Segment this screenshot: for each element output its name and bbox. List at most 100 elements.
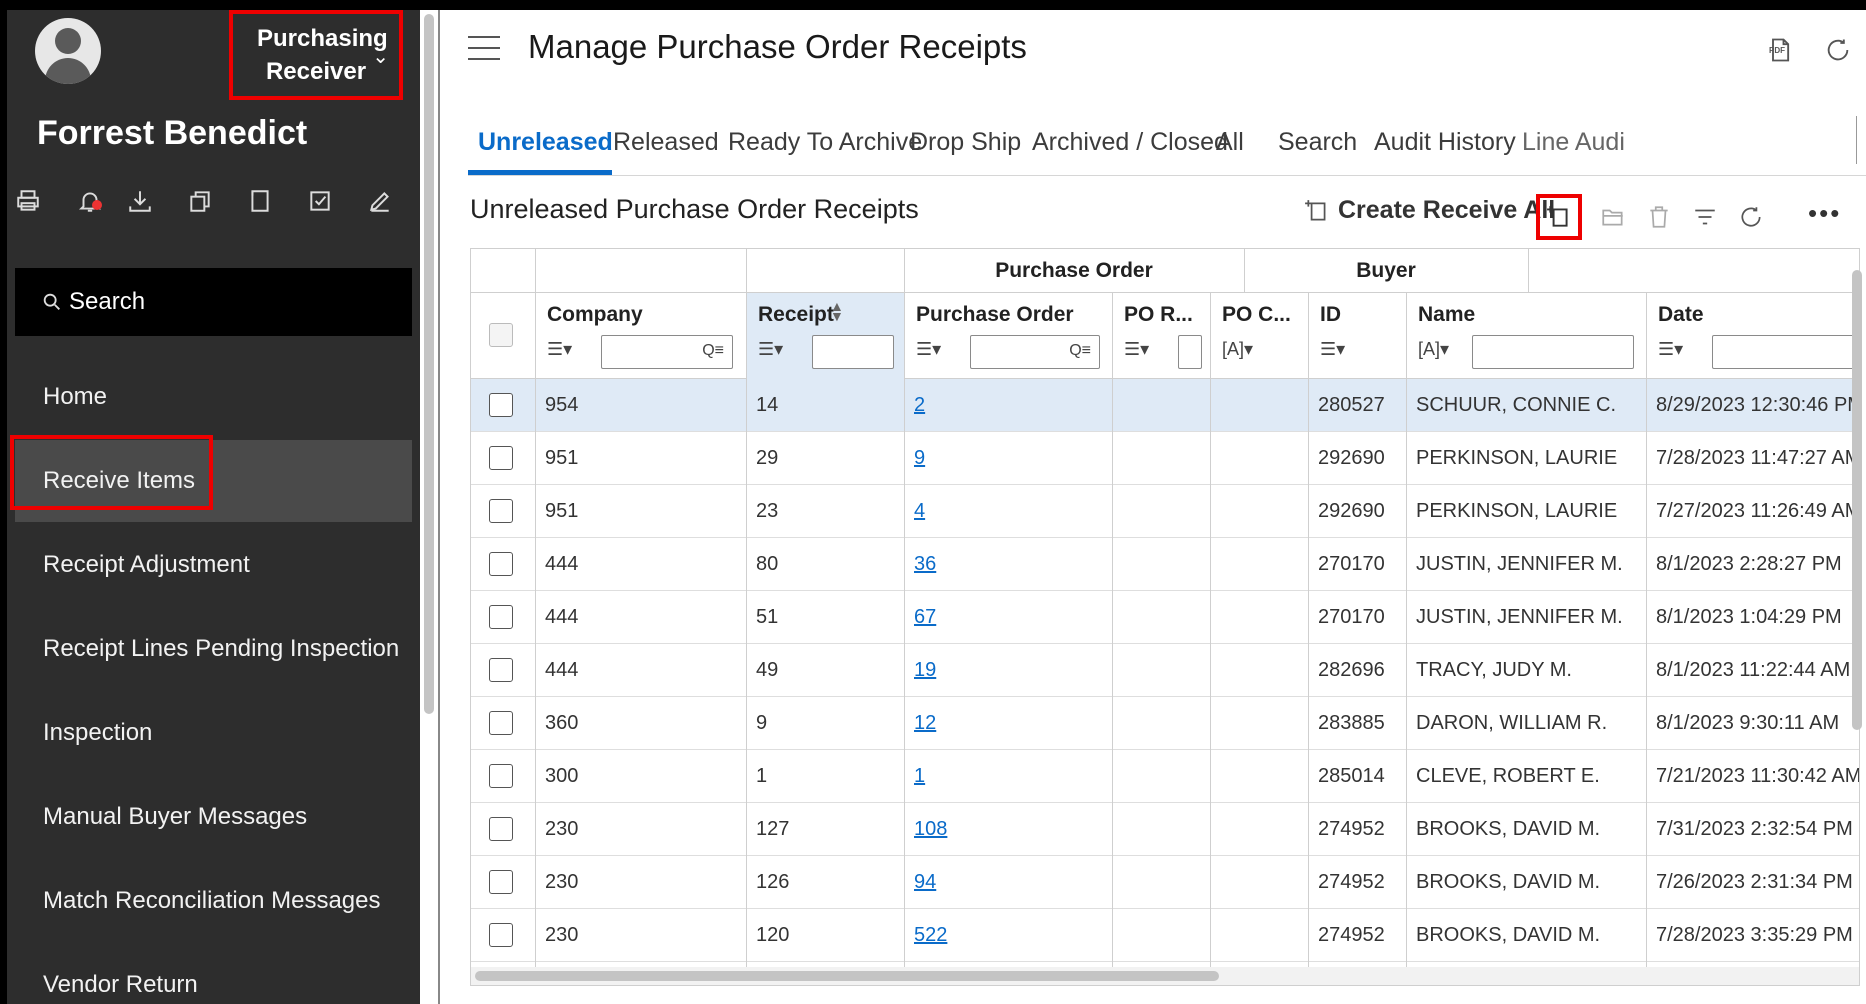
column-header-buyer-id[interactable]: ID <box>1320 303 1341 327</box>
sidebar-item-manual-buyer-messages[interactable]: Manual Buyer Messages <box>15 776 412 858</box>
filter-input-date[interactable] <box>1712 335 1859 369</box>
vertical-scrollbar[interactable] <box>1852 270 1864 730</box>
row-checkbox[interactable] <box>489 923 513 947</box>
checklist-icon[interactable] <box>305 186 335 216</box>
tab-ready-to-archive[interactable]: Ready To Archive <box>728 128 922 157</box>
column-header-buyer-name[interactable]: Name <box>1418 303 1475 327</box>
table-row[interactable]: 951 29 9 292690 PERKINSON, LAURIE 7/28/2023 1… <box>471 432 1859 485</box>
row-checkbox[interactable] <box>489 605 513 629</box>
sort-icon[interactable]: ▲ ▼ <box>830 299 844 323</box>
tab-unreleased[interactable]: Unreleased <box>478 128 613 157</box>
sidebar-item-receipt-adjustment[interactable]: Receipt Adjustment <box>15 524 412 606</box>
filter-operator[interactable]: ☰▾ <box>758 339 783 360</box>
filter-icon[interactable] <box>1688 200 1722 234</box>
scrollbar-thumb[interactable] <box>424 14 434 714</box>
filter-input-purchase-order[interactable]: Q≡ <box>970 335 1100 369</box>
table-row[interactable]: 360 9 12 283885 DARON, WILLIAM R. 8/1/2023 9:… <box>471 697 1859 750</box>
purchase-order-link[interactable]: 12 <box>914 712 936 735</box>
sidebar-item-receive-items[interactable]: Receive Items <box>15 440 412 522</box>
filter-operator[interactable]: ☰▾ <box>1124 339 1149 360</box>
row-checkbox[interactable] <box>489 446 513 470</box>
tab-search[interactable]: Search <box>1278 128 1357 157</box>
refresh-icon[interactable] <box>1822 34 1854 66</box>
filter-operator[interactable]: ☰▾ <box>1658 339 1683 360</box>
row-checkbox[interactable] <box>489 870 513 894</box>
horizontal-scrollbar[interactable] <box>471 967 1859 985</box>
row-checkbox[interactable] <box>489 817 513 841</box>
copy-icon[interactable] <box>185 186 215 216</box>
avatar[interactable] <box>35 18 101 84</box>
row-checkbox[interactable] <box>489 393 513 417</box>
purchase-order-link[interactable]: 19 <box>914 659 936 682</box>
table-row[interactable]: 444 51 67 270170 JUSTIN, JENNIFER M. 8/1/2023… <box>471 591 1859 644</box>
column-header-po-code[interactable]: PO C... <box>1222 303 1291 327</box>
column-header-company[interactable]: Company <box>547 303 643 327</box>
filter-input-buyer-name[interactable] <box>1472 335 1634 369</box>
printer-icon[interactable] <box>13 186 43 216</box>
column-header-po-release[interactable]: PO R... <box>1124 303 1193 327</box>
purchase-order-link[interactable]: 36 <box>914 553 936 576</box>
refresh-icon[interactable] <box>1734 200 1768 234</box>
lookup-icon[interactable]: Q≡ <box>1069 342 1091 360</box>
lookup-icon[interactable]: Q≡ <box>702 342 724 360</box>
sidebar-item-match-reconciliation-messages[interactable]: Match Reconciliation Messages <box>15 860 412 942</box>
open-folder-icon[interactable] <box>1596 200 1630 234</box>
bell-icon[interactable] <box>75 186 105 216</box>
column-header-receipt[interactable]: Receipt <box>758 303 834 327</box>
filter-input-receipt[interactable] <box>812 335 894 369</box>
sidebar-search[interactable]: Search <box>15 268 412 336</box>
purchase-order-link[interactable]: 2 <box>914 394 925 417</box>
select-all-checkbox[interactable] <box>489 323 513 347</box>
table-row[interactable]: 954 14 2 280527 SCHUUR, CONNIE C. 8/29/2023 1… <box>471 379 1859 432</box>
filter-input-po-release[interactable] <box>1178 335 1202 369</box>
column-header-date[interactable]: Date <box>1658 303 1704 327</box>
sidebar-item-receipt-lines-pending-inspection[interactable]: Receipt Lines Pending Inspection <box>15 608 412 690</box>
purchase-order-link[interactable]: 1 <box>914 765 925 788</box>
role-switcher[interactable]: Purchasing Receiver ⌄ <box>229 10 403 100</box>
purchase-order-link[interactable]: 522 <box>914 924 947 947</box>
tab-archived-closed[interactable]: Archived / Closed <box>1032 128 1228 157</box>
edit-icon[interactable] <box>365 186 395 216</box>
scrollbar-thumb[interactable] <box>475 971 1219 981</box>
pdf-icon[interactable]: PDF <box>1764 34 1796 66</box>
table-row[interactable]: 300 1 1 285014 CLEVE, ROBERT E. 7/21/2023 11:… <box>471 750 1859 803</box>
table-row[interactable]: 230 120 522 274952 BROOKS, DAVID M. 7/28/2023… <box>471 909 1859 962</box>
filter-operator[interactable]: ☰▾ <box>547 339 572 360</box>
tab-line-audit[interactable]: Line Audi <box>1522 128 1625 157</box>
column-header-purchase-order[interactable]: Purchase Order <box>916 303 1074 327</box>
purchase-order-link[interactable]: 67 <box>914 606 936 629</box>
filter-operator[interactable]: [A]▾ <box>1418 339 1449 360</box>
filter-input-company[interactable]: Q≡ <box>601 335 733 369</box>
purchase-order-link[interactable]: 94 <box>914 871 936 894</box>
tab-all[interactable]: All <box>1216 128 1244 157</box>
document-icon[interactable] <box>245 186 275 216</box>
table-row[interactable]: 444 49 19 282696 TRACY, JUDY M. 8/1/2023 11:2… <box>471 644 1859 697</box>
create-button[interactable] <box>1536 194 1582 240</box>
purchase-order-link[interactable]: 108 <box>914 818 947 841</box>
table-row[interactable]: 444 80 36 270170 JUSTIN, JENNIFER M. 8/1/2023… <box>471 538 1859 591</box>
sidebar-scrollbar[interactable] <box>420 10 438 1004</box>
row-checkbox[interactable] <box>489 552 513 576</box>
more-options-icon[interactable]: ••• <box>1808 198 1841 229</box>
download-icon[interactable] <box>125 186 155 216</box>
scrollbar-thumb[interactable] <box>1852 270 1862 730</box>
tab-audit-history[interactable]: Audit History <box>1374 128 1516 157</box>
purchase-order-link[interactable]: 4 <box>914 500 925 523</box>
tab-drop-ship[interactable]: Drop Ship <box>910 128 1021 157</box>
filter-operator[interactable]: [A]▾ <box>1222 339 1253 360</box>
table-row[interactable]: 951 23 4 292690 PERKINSON, LAURIE 7/27/2023 1… <box>471 485 1859 538</box>
menu-icon[interactable] <box>468 36 500 60</box>
row-checkbox[interactable] <box>489 764 513 788</box>
sidebar-item-vendor-return[interactable]: Vendor Return <box>15 944 412 1004</box>
row-checkbox[interactable] <box>489 658 513 682</box>
delete-icon[interactable] <box>1642 200 1676 234</box>
filter-operator[interactable]: ☰▾ <box>1320 339 1345 360</box>
purchase-order-link[interactable]: 9 <box>914 447 925 470</box>
tab-released[interactable]: Released <box>613 128 719 157</box>
table-row[interactable]: 230 127 108 274952 BROOKS, DAVID M. 7/31/2023… <box>471 803 1859 856</box>
row-checkbox[interactable] <box>489 499 513 523</box>
table-row[interactable]: 230 126 94 274952 BROOKS, DAVID M. 7/26/2023 … <box>471 856 1859 909</box>
sidebar-item-inspection[interactable]: Inspection <box>15 692 412 774</box>
create-receive-all-button[interactable]: Create Receive All <box>1304 196 1555 225</box>
filter-operator[interactable]: ☰▾ <box>916 339 941 360</box>
